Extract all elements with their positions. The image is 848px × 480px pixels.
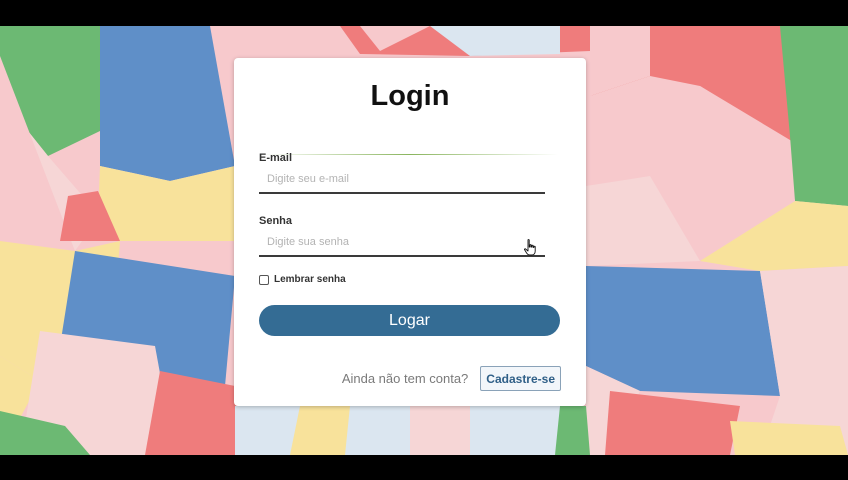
login-title: Login [370, 80, 450, 112]
remember-row: Lembrar senha [259, 274, 346, 285]
signup-row: Ainda não tem conta? Cadastre-se [342, 366, 561, 391]
login-button[interactable]: Logar [259, 305, 560, 336]
password-label: Senha [259, 215, 293, 227]
email-input[interactable] [259, 166, 545, 194]
signup-button[interactable]: Cadastre-se [480, 366, 561, 391]
password-input[interactable] [259, 229, 545, 257]
page-viewport: Login E-mail Senha Lembrar senha Logar A… [0, 26, 848, 455]
title-divider [262, 154, 558, 155]
remember-label[interactable]: Lembrar senha [274, 274, 346, 285]
remember-checkbox[interactable] [259, 274, 269, 285]
hand-pointer-icon [524, 239, 536, 256]
signup-prompt: Ainda não tem conta? [341, 371, 469, 386]
login-card: Login E-mail Senha Lembrar senha Logar A… [234, 58, 586, 406]
email-label: E-mail [259, 152, 293, 164]
